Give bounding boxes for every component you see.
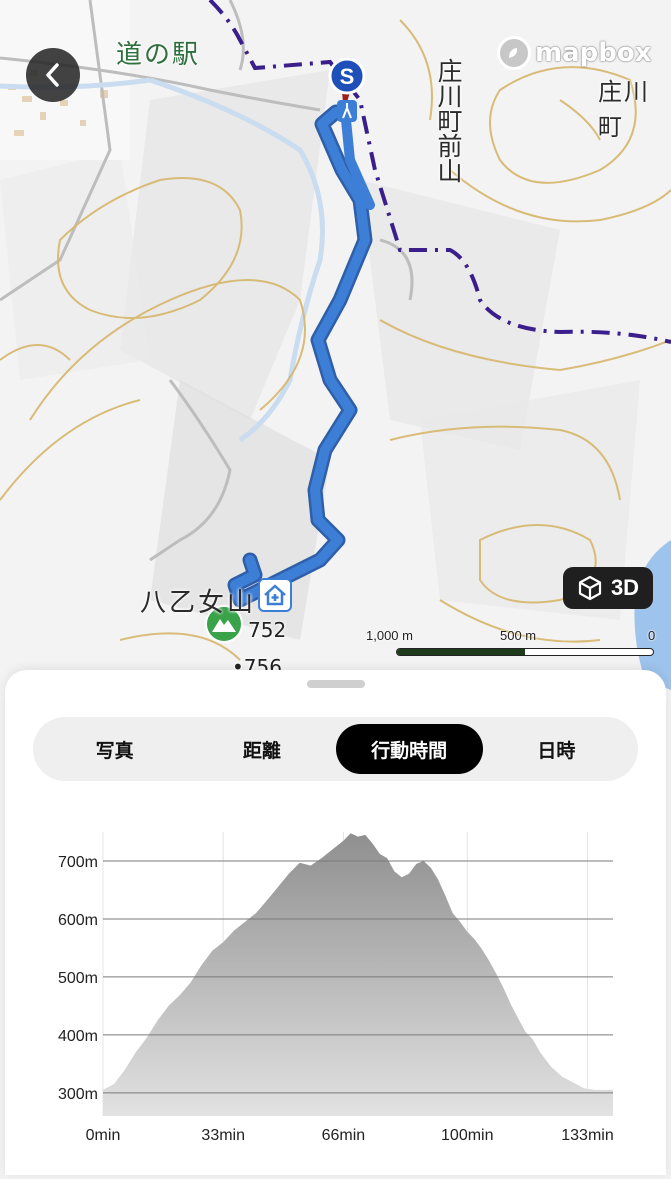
mountain-label: 庄川町前山	[434, 58, 463, 183]
x-tick-label: 0min	[86, 1127, 121, 1144]
scale-label-mid: 500 m	[500, 628, 537, 643]
scale-label-right: 0	[648, 628, 656, 643]
scale-label-left: 1,000 m	[366, 628, 413, 643]
station-label: 道の駅	[116, 40, 201, 70]
chevron-left-icon	[46, 63, 59, 87]
sheet-drag-handle[interactable]	[307, 680, 365, 688]
chart-mode-tabs: 写真 距離 行動時間 日時	[33, 717, 638, 781]
elevation-chart-svg: 300m 400m 500m 600m 700m 0min 33min 66min 100min…	[58, 832, 614, 1144]
x-tick-label: 66min	[322, 1127, 366, 1144]
tab-photos[interactable]: 写真	[41, 724, 188, 774]
hut-icon[interactable]	[258, 578, 292, 612]
elevation-chart[interactable]: 300m 400m 500m 600m 700m 0min 33min 66min 100min…	[5, 820, 666, 1160]
cube-icon	[578, 575, 602, 601]
3d-label: 3D	[610, 575, 640, 600]
start-marker[interactable]: S	[324, 57, 370, 128]
scale-bar: 1,000 m 500 m 0	[364, 628, 656, 658]
mapbox-logo: mapbox	[497, 36, 652, 70]
tab-distance[interactable]: 距離	[188, 724, 335, 774]
start-marker-label: S	[340, 64, 355, 89]
x-tick-label: 33min	[201, 1127, 245, 1144]
y-tick-label: 300m	[58, 1086, 98, 1103]
y-tick-label: 400m	[58, 1028, 98, 1045]
elevation-label: 752	[248, 618, 287, 642]
start-pin-icon: S	[328, 57, 366, 122]
x-tick-label: 133min	[561, 1127, 613, 1144]
y-tick-label: 600m	[58, 912, 98, 929]
3d-toggle-button[interactable]: 3D	[563, 567, 653, 609]
peak-label: 八乙女山	[140, 588, 257, 618]
map-view[interactable]: S 道の駅 庄川町前山 庄川町 八乙女山 752 •756 mapbox 3D …	[0, 0, 671, 700]
back-button[interactable]	[26, 48, 80, 102]
town-label: 庄川町	[598, 78, 650, 141]
bottom-sheet: 写真 距離 行動時間 日時 300m 400m 500m 600m 700m 0min 33…	[5, 670, 666, 1175]
mapbox-logo-icon	[497, 36, 531, 70]
mapbox-wordmark: mapbox	[535, 38, 652, 68]
scale-bar-graphic	[396, 648, 654, 656]
y-tick-label: 700m	[58, 854, 98, 871]
tab-activity-time[interactable]: 行動時間	[335, 724, 483, 774]
y-tick-label: 500m	[58, 970, 98, 987]
elevation-area	[103, 833, 613, 1116]
tab-datetime[interactable]: 日時	[483, 724, 630, 774]
x-tick-label: 100min	[441, 1127, 493, 1144]
